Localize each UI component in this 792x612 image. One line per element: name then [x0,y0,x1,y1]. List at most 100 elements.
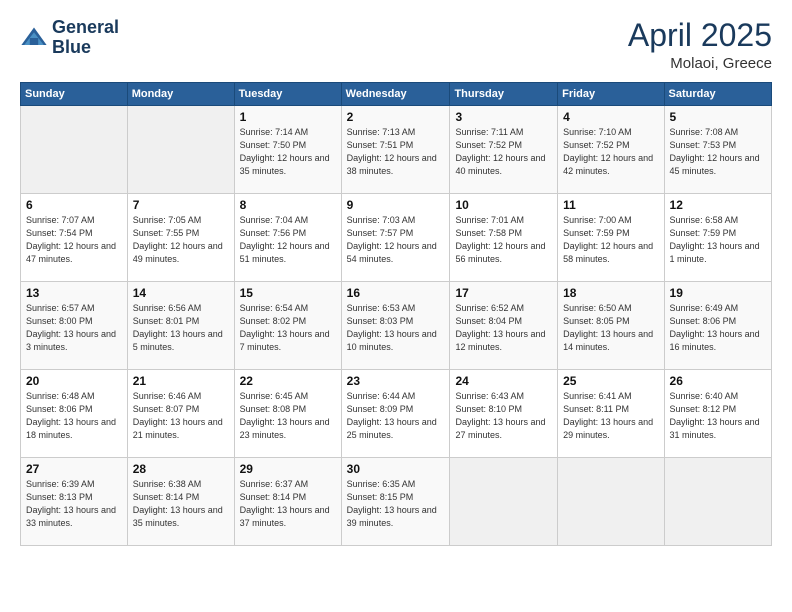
calendar-cell: 20 Sunrise: 6:48 AM Sunset: 8:06 PM Dayli… [21,370,128,458]
calendar-cell: 5 Sunrise: 7:08 AM Sunset: 7:53 PM Daylig… [664,106,771,194]
day-number: 25 [563,374,658,388]
calendar-cell: 8Sunrise: 7:04 AM Sunset: 7:56 PM Daylig… [234,194,341,282]
calendar-cell: 29 Sunrise: 6:37 AM Sunset: 8:14 PM Dayli… [234,458,341,546]
day-number: 23 [347,374,445,388]
calendar-cell: 25 Sunrise: 6:41 AM Sunset: 8:11 PM Dayli… [558,370,664,458]
calendar-cell: 23 Sunrise: 6:44 AM Sunset: 8:09 PM Dayli… [341,370,450,458]
day-info: Sunrise: 6:39 AM Sunset: 8:13 PM Dayligh… [26,478,122,530]
calendar-cell: 19Sunrise: 6:49 AM Sunset: 8:06 PM Dayli… [664,282,771,370]
day-info: Sunrise: 6:57 AM Sunset: 8:00 PM Dayligh… [26,302,122,354]
day-info: Sunrise: 6:52 AM Sunset: 8:04 PM Dayligh… [455,302,552,354]
day-number: 21 [133,374,229,388]
calendar-cell [558,458,664,546]
day-number: 24 [455,374,552,388]
calendar-cell: 1Sunrise: 7:14 AM Sunset: 7:50 PM Daylig… [234,106,341,194]
calendar-week-1: 6 Sunrise: 7:07 AM Sunset: 7:54 PM Daylig… [21,194,772,282]
day-info: Sunrise: 6:44 AM Sunset: 8:09 PM Dayligh… [347,390,445,442]
day-number: 6 [26,198,122,212]
page-header: General Blue April 2025 Molaoi, Greece [20,18,772,72]
calendar-header-row: SundayMondayTuesdayWednesdayThursdayFrid… [21,83,772,106]
calendar-cell: 27 Sunrise: 6:39 AM Sunset: 8:13 PM Dayli… [21,458,128,546]
day-info: Sunrise: 6:53 AM Sunset: 8:03 PM Dayligh… [347,302,445,354]
calendar-cell: 9 Sunrise: 7:03 AM Sunset: 7:57 PM Daylig… [341,194,450,282]
calendar-cell: 18 Sunrise: 6:50 AM Sunset: 8:05 PM Dayli… [558,282,664,370]
day-number: 14 [133,286,229,300]
day-number: 3 [455,110,552,124]
header-saturday: Saturday [664,83,771,106]
day-info: Sunrise: 7:08 AM Sunset: 7:53 PM Dayligh… [670,126,766,178]
calendar-cell: 30 Sunrise: 6:35 AM Sunset: 8:15 PM Dayli… [341,458,450,546]
calendar-cell: 24 Sunrise: 6:43 AM Sunset: 8:10 PM Dayli… [450,370,558,458]
day-info: Sunrise: 6:40 AM Sunset: 8:12 PM Dayligh… [670,390,766,442]
calendar-week-2: 13 Sunrise: 6:57 AM Sunset: 8:00 PM Dayli… [21,282,772,370]
day-info: Sunrise: 6:41 AM Sunset: 8:11 PM Dayligh… [563,390,658,442]
header-thursday: Thursday [450,83,558,106]
day-number: 4 [563,110,658,124]
logo-icon [20,24,48,52]
header-wednesday: Wednesday [341,83,450,106]
calendar-cell: 26Sunrise: 6:40 AM Sunset: 8:12 PM Dayli… [664,370,771,458]
calendar-cell: 2 Sunrise: 7:13 AM Sunset: 7:51 PM Daylig… [341,106,450,194]
day-number: 16 [347,286,445,300]
day-info: Sunrise: 6:35 AM Sunset: 8:15 PM Dayligh… [347,478,445,530]
header-tuesday: Tuesday [234,83,341,106]
day-number: 18 [563,286,658,300]
day-info: Sunrise: 6:38 AM Sunset: 8:14 PM Dayligh… [133,478,229,530]
day-number: 28 [133,462,229,476]
day-info: Sunrise: 7:10 AM Sunset: 7:52 PM Dayligh… [563,126,658,178]
day-info: Sunrise: 6:48 AM Sunset: 8:06 PM Dayligh… [26,390,122,442]
calendar-cell: 21 Sunrise: 6:46 AM Sunset: 8:07 PM Dayli… [127,370,234,458]
calendar-cell: 16 Sunrise: 6:53 AM Sunset: 8:03 PM Dayli… [341,282,450,370]
day-info: Sunrise: 7:13 AM Sunset: 7:51 PM Dayligh… [347,126,445,178]
day-number: 11 [563,198,658,212]
day-info: Sunrise: 6:37 AM Sunset: 8:14 PM Dayligh… [240,478,336,530]
day-number: 10 [455,198,552,212]
day-info: Sunrise: 7:01 AM Sunset: 7:58 PM Dayligh… [455,214,552,266]
header-monday: Monday [127,83,234,106]
calendar-title: April 2025 [628,18,772,53]
calendar-cell: 15 Sunrise: 6:54 AM Sunset: 8:02 PM Dayli… [234,282,341,370]
calendar-cell: 17Sunrise: 6:52 AM Sunset: 8:04 PM Dayli… [450,282,558,370]
calendar-cell: 22Sunrise: 6:45 AM Sunset: 8:08 PM Dayli… [234,370,341,458]
calendar-week-4: 27 Sunrise: 6:39 AM Sunset: 8:13 PM Dayli… [21,458,772,546]
calendar-cell: 13 Sunrise: 6:57 AM Sunset: 8:00 PM Dayli… [21,282,128,370]
calendar-cell: 7 Sunrise: 7:05 AM Sunset: 7:55 PM Daylig… [127,194,234,282]
day-number: 20 [26,374,122,388]
calendar-table: SundayMondayTuesdayWednesdayThursdayFrid… [20,82,772,546]
day-number: 27 [26,462,122,476]
day-number: 7 [133,198,229,212]
day-info: Sunrise: 6:46 AM Sunset: 8:07 PM Dayligh… [133,390,229,442]
calendar-week-3: 20 Sunrise: 6:48 AM Sunset: 8:06 PM Dayli… [21,370,772,458]
calendar-cell: 12Sunrise: 6:58 AM Sunset: 7:59 PM Dayli… [664,194,771,282]
calendar-cell [450,458,558,546]
calendar-cell: 10 Sunrise: 7:01 AM Sunset: 7:58 PM Dayli… [450,194,558,282]
day-number: 2 [347,110,445,124]
day-info: Sunrise: 7:14 AM Sunset: 7:50 PM Dayligh… [240,126,336,178]
day-number: 9 [347,198,445,212]
day-info: Sunrise: 6:58 AM Sunset: 7:59 PM Dayligh… [670,214,766,266]
header-sunday: Sunday [21,83,128,106]
logo-line1: General [52,18,119,38]
title-block: April 2025 Molaoi, Greece [628,18,772,72]
day-info: Sunrise: 6:54 AM Sunset: 8:02 PM Dayligh… [240,302,336,354]
day-info: Sunrise: 7:00 AM Sunset: 7:59 PM Dayligh… [563,214,658,266]
day-info: Sunrise: 7:05 AM Sunset: 7:55 PM Dayligh… [133,214,229,266]
day-info: Sunrise: 7:11 AM Sunset: 7:52 PM Dayligh… [455,126,552,178]
calendar-cell [21,106,128,194]
day-number: 29 [240,462,336,476]
day-info: Sunrise: 7:04 AM Sunset: 7:56 PM Dayligh… [240,214,336,266]
calendar-cell: 6 Sunrise: 7:07 AM Sunset: 7:54 PM Daylig… [21,194,128,282]
day-number: 30 [347,462,445,476]
header-friday: Friday [558,83,664,106]
day-number: 15 [240,286,336,300]
day-info: Sunrise: 7:07 AM Sunset: 7:54 PM Dayligh… [26,214,122,266]
day-info: Sunrise: 6:43 AM Sunset: 8:10 PM Dayligh… [455,390,552,442]
calendar-location: Molaoi, Greece [628,55,772,72]
day-info: Sunrise: 6:56 AM Sunset: 8:01 PM Dayligh… [133,302,229,354]
day-info: Sunrise: 6:50 AM Sunset: 8:05 PM Dayligh… [563,302,658,354]
day-info: Sunrise: 7:03 AM Sunset: 7:57 PM Dayligh… [347,214,445,266]
day-number: 5 [670,110,766,124]
calendar-cell [664,458,771,546]
calendar-cell: 11 Sunrise: 7:00 AM Sunset: 7:59 PM Dayli… [558,194,664,282]
day-number: 13 [26,286,122,300]
